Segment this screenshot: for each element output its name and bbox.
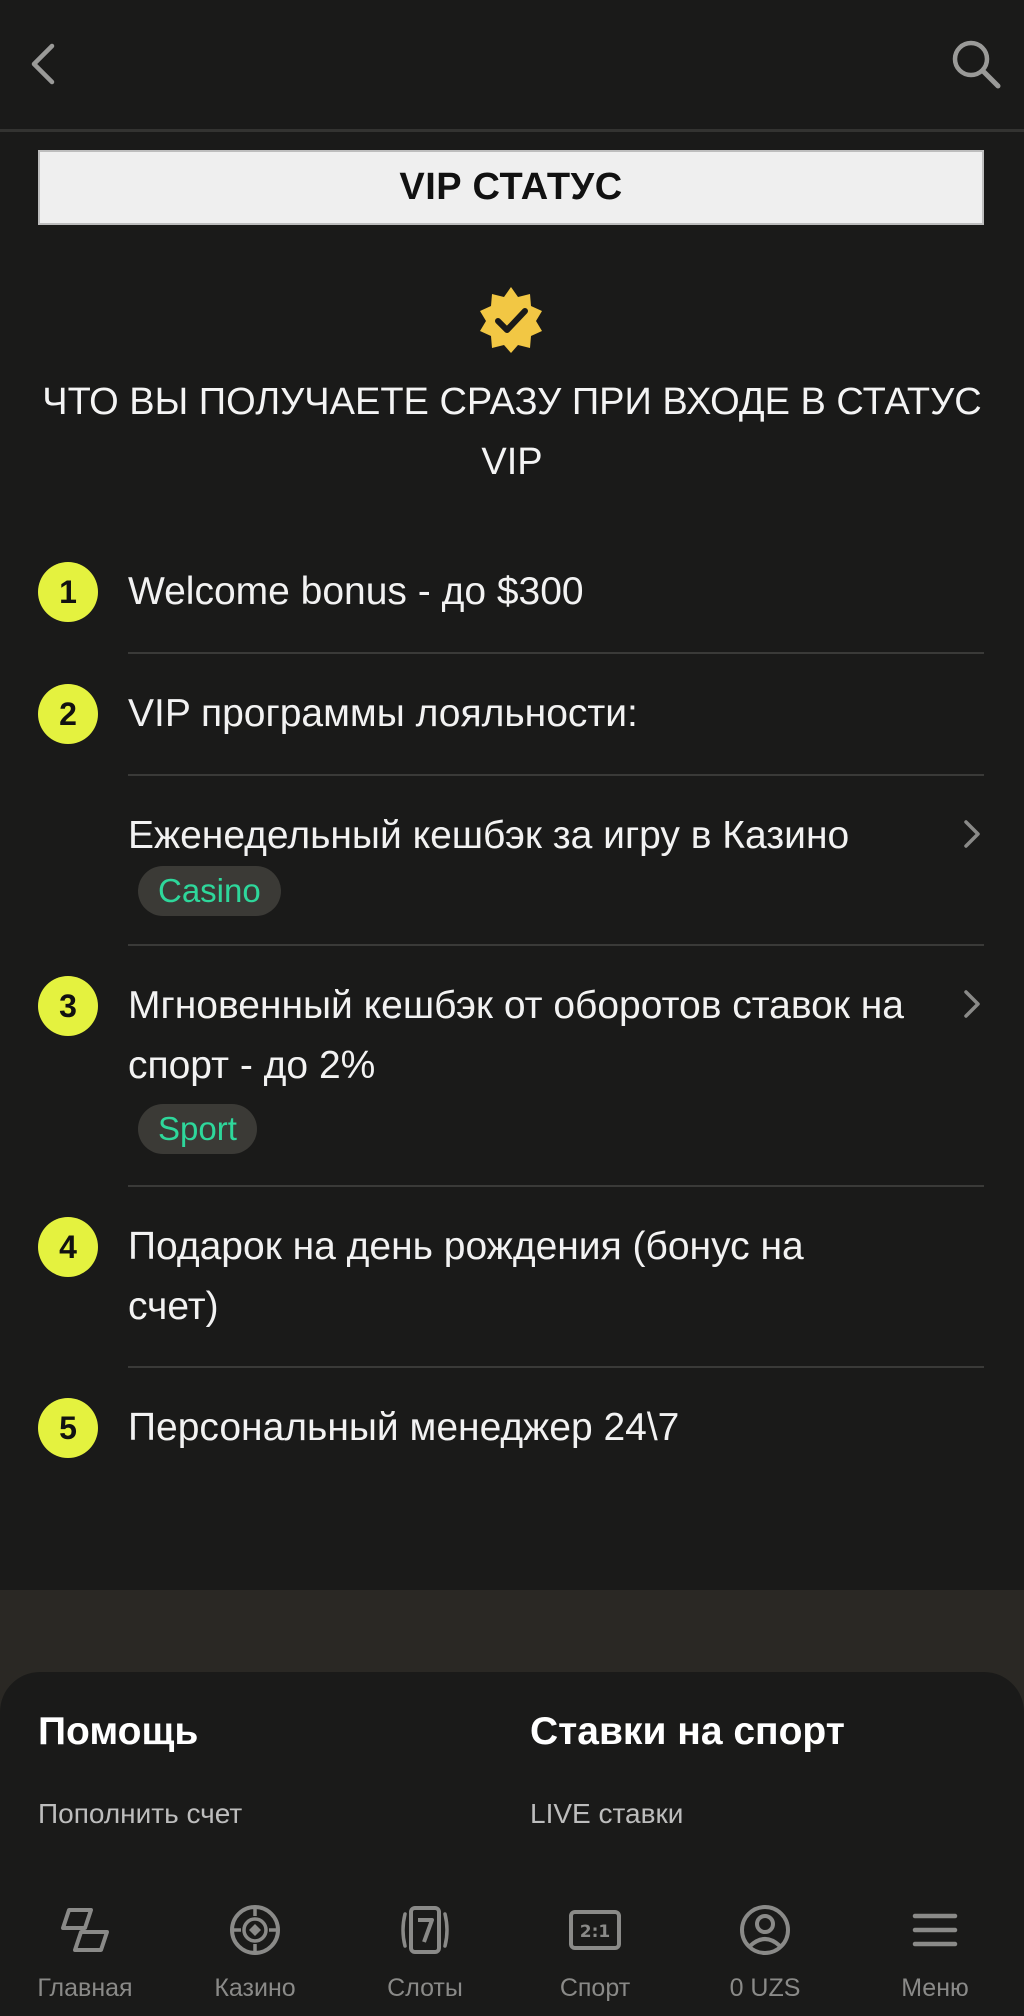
slots-icon [401,1906,449,1954]
footer-link-live-bets[interactable]: LIVE ставки [530,1798,683,1830]
list-number: 4 [38,1217,98,1277]
verified-badge-icon [480,287,542,353]
nav-item-menu[interactable]: Меню [850,1880,1020,2016]
nav-label: Меню [901,1974,969,2002]
search-button[interactable] [948,36,1004,92]
footer-title-help: Помощь [38,1710,199,1753]
footer-title-sport-bets: Ставки на спорт [530,1710,845,1753]
nav-item-casino[interactable]: Казино [170,1880,340,2016]
divider [128,652,984,654]
list-item-text: Мгновенный кешбэк от оборотов ставок на … [128,984,904,1087]
vip-status-page: VIP СТАТУС ЧТО ВЫ ПОЛУЧАЕТЕ СРАЗУ ПРИ ВХ… [0,0,1024,2016]
section-headline: ЧТО ВЫ ПОЛУЧАЕТЕ СРАЗУ ПРИ ВХОДЕ В СТАТУ… [42,381,982,483]
divider [128,774,984,776]
chevron-right-icon [964,820,980,848]
casino-chip-icon [230,1905,280,1955]
list-number: 1 [38,562,98,622]
nav-label: Главная [37,1974,133,2002]
nav-label: Казино [214,1974,296,2002]
nav-item-sport[interactable]: 2:1 Спорт [510,1880,680,2016]
divider [128,944,984,946]
nav-item-home[interactable]: Главная [0,1880,170,2016]
list-number: 3 [38,976,98,1036]
menu-icon [912,1913,958,1947]
list-item-text: Подарок на день рождения (бонус на счет) [128,1225,804,1328]
category-tag: Casino [138,866,281,916]
divider [128,1366,984,1368]
list-item-text: VIP программы лояльности: [128,692,638,735]
category-tag: Sport [138,1104,257,1154]
divider [128,1185,984,1187]
svg-text:2:1: 2:1 [580,1922,610,1942]
nav-label: 0 UZS [729,1974,801,2002]
search-icon [952,40,1001,89]
account-icon [740,1905,790,1955]
home-icon [61,1908,109,1952]
list-item-text: Еженедельный кешбэк за игру в Казино [128,814,850,857]
back-button[interactable] [22,36,66,92]
list-item-text: Welcome bonus - до $300 [128,570,584,613]
sport-icon: 2:1 [569,1910,621,1950]
nav-item-account[interactable]: 0 UZS [680,1880,850,2016]
bottom-nav: Главная Казино Слоты 2:1 Спорт 0 UZS Мен… [0,1880,1024,2016]
nav-label: Спорт [559,1974,631,2002]
nav-label: Слоты [387,1974,463,2002]
nav-item-slots[interactable]: Слоты [340,1880,510,2016]
list-number: 5 [38,1398,98,1458]
chevron-left-icon [31,43,55,85]
top-bar [0,0,1024,132]
list-item-text: Персональный менеджер 24\7 [128,1406,680,1449]
footer-link-deposit[interactable]: Пополнить счет [38,1798,242,1830]
page-title: VIP СТАТУС [38,150,984,225]
chevron-right-icon [964,990,980,1018]
list-number: 2 [38,684,98,744]
